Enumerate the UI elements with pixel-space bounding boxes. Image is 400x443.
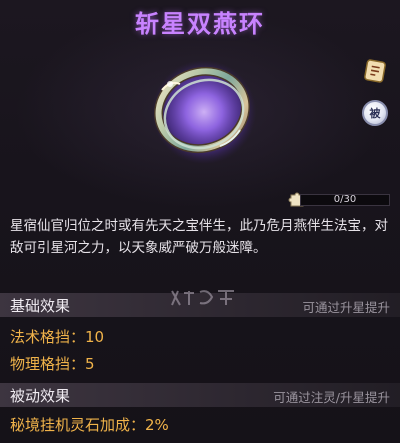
basic-effects-title: 基础效果: [10, 297, 71, 315]
fragment-progress-bar: 0/30: [300, 194, 390, 206]
passive-effects-title: 被动效果: [10, 387, 71, 405]
upgrade-scroll-icon[interactable]: [362, 58, 388, 84]
basic-effects-hint: 可通过升星提升: [302, 300, 390, 315]
stat-physical-block: 物理格挡：5: [10, 355, 95, 373]
passive-badge-label: 被: [362, 100, 388, 126]
item-detail-panel: 斩星双燕环 被 0/30 星宿仙官归位之时或有先天之宝伴生，此乃危月燕伴生法宝，…: [0, 0, 400, 443]
ring-artifact-image: [152, 60, 256, 164]
passive-effects-header: 被动效果 可通过注灵/升星提升: [0, 383, 400, 407]
passive-skill-badge[interactable]: 被: [362, 100, 388, 126]
fragment-progress-label: 0/30: [333, 194, 357, 205]
stat-idle-spirit-stone-bonus: 秘境挂机灵石加成：2%: [10, 416, 169, 434]
passive-effects-hint: 可通过注灵/升星提升: [273, 390, 390, 405]
item-description: 星宿仙官归位之时或有先天之宝伴生，此乃危月燕伴生法宝，对敌可引星河之力，以天象威…: [10, 218, 388, 256]
stat-spell-block: 法术格挡：10: [10, 328, 105, 346]
decorative-watermark: [171, 290, 234, 306]
item-title: 斩星双燕环: [135, 10, 265, 38]
